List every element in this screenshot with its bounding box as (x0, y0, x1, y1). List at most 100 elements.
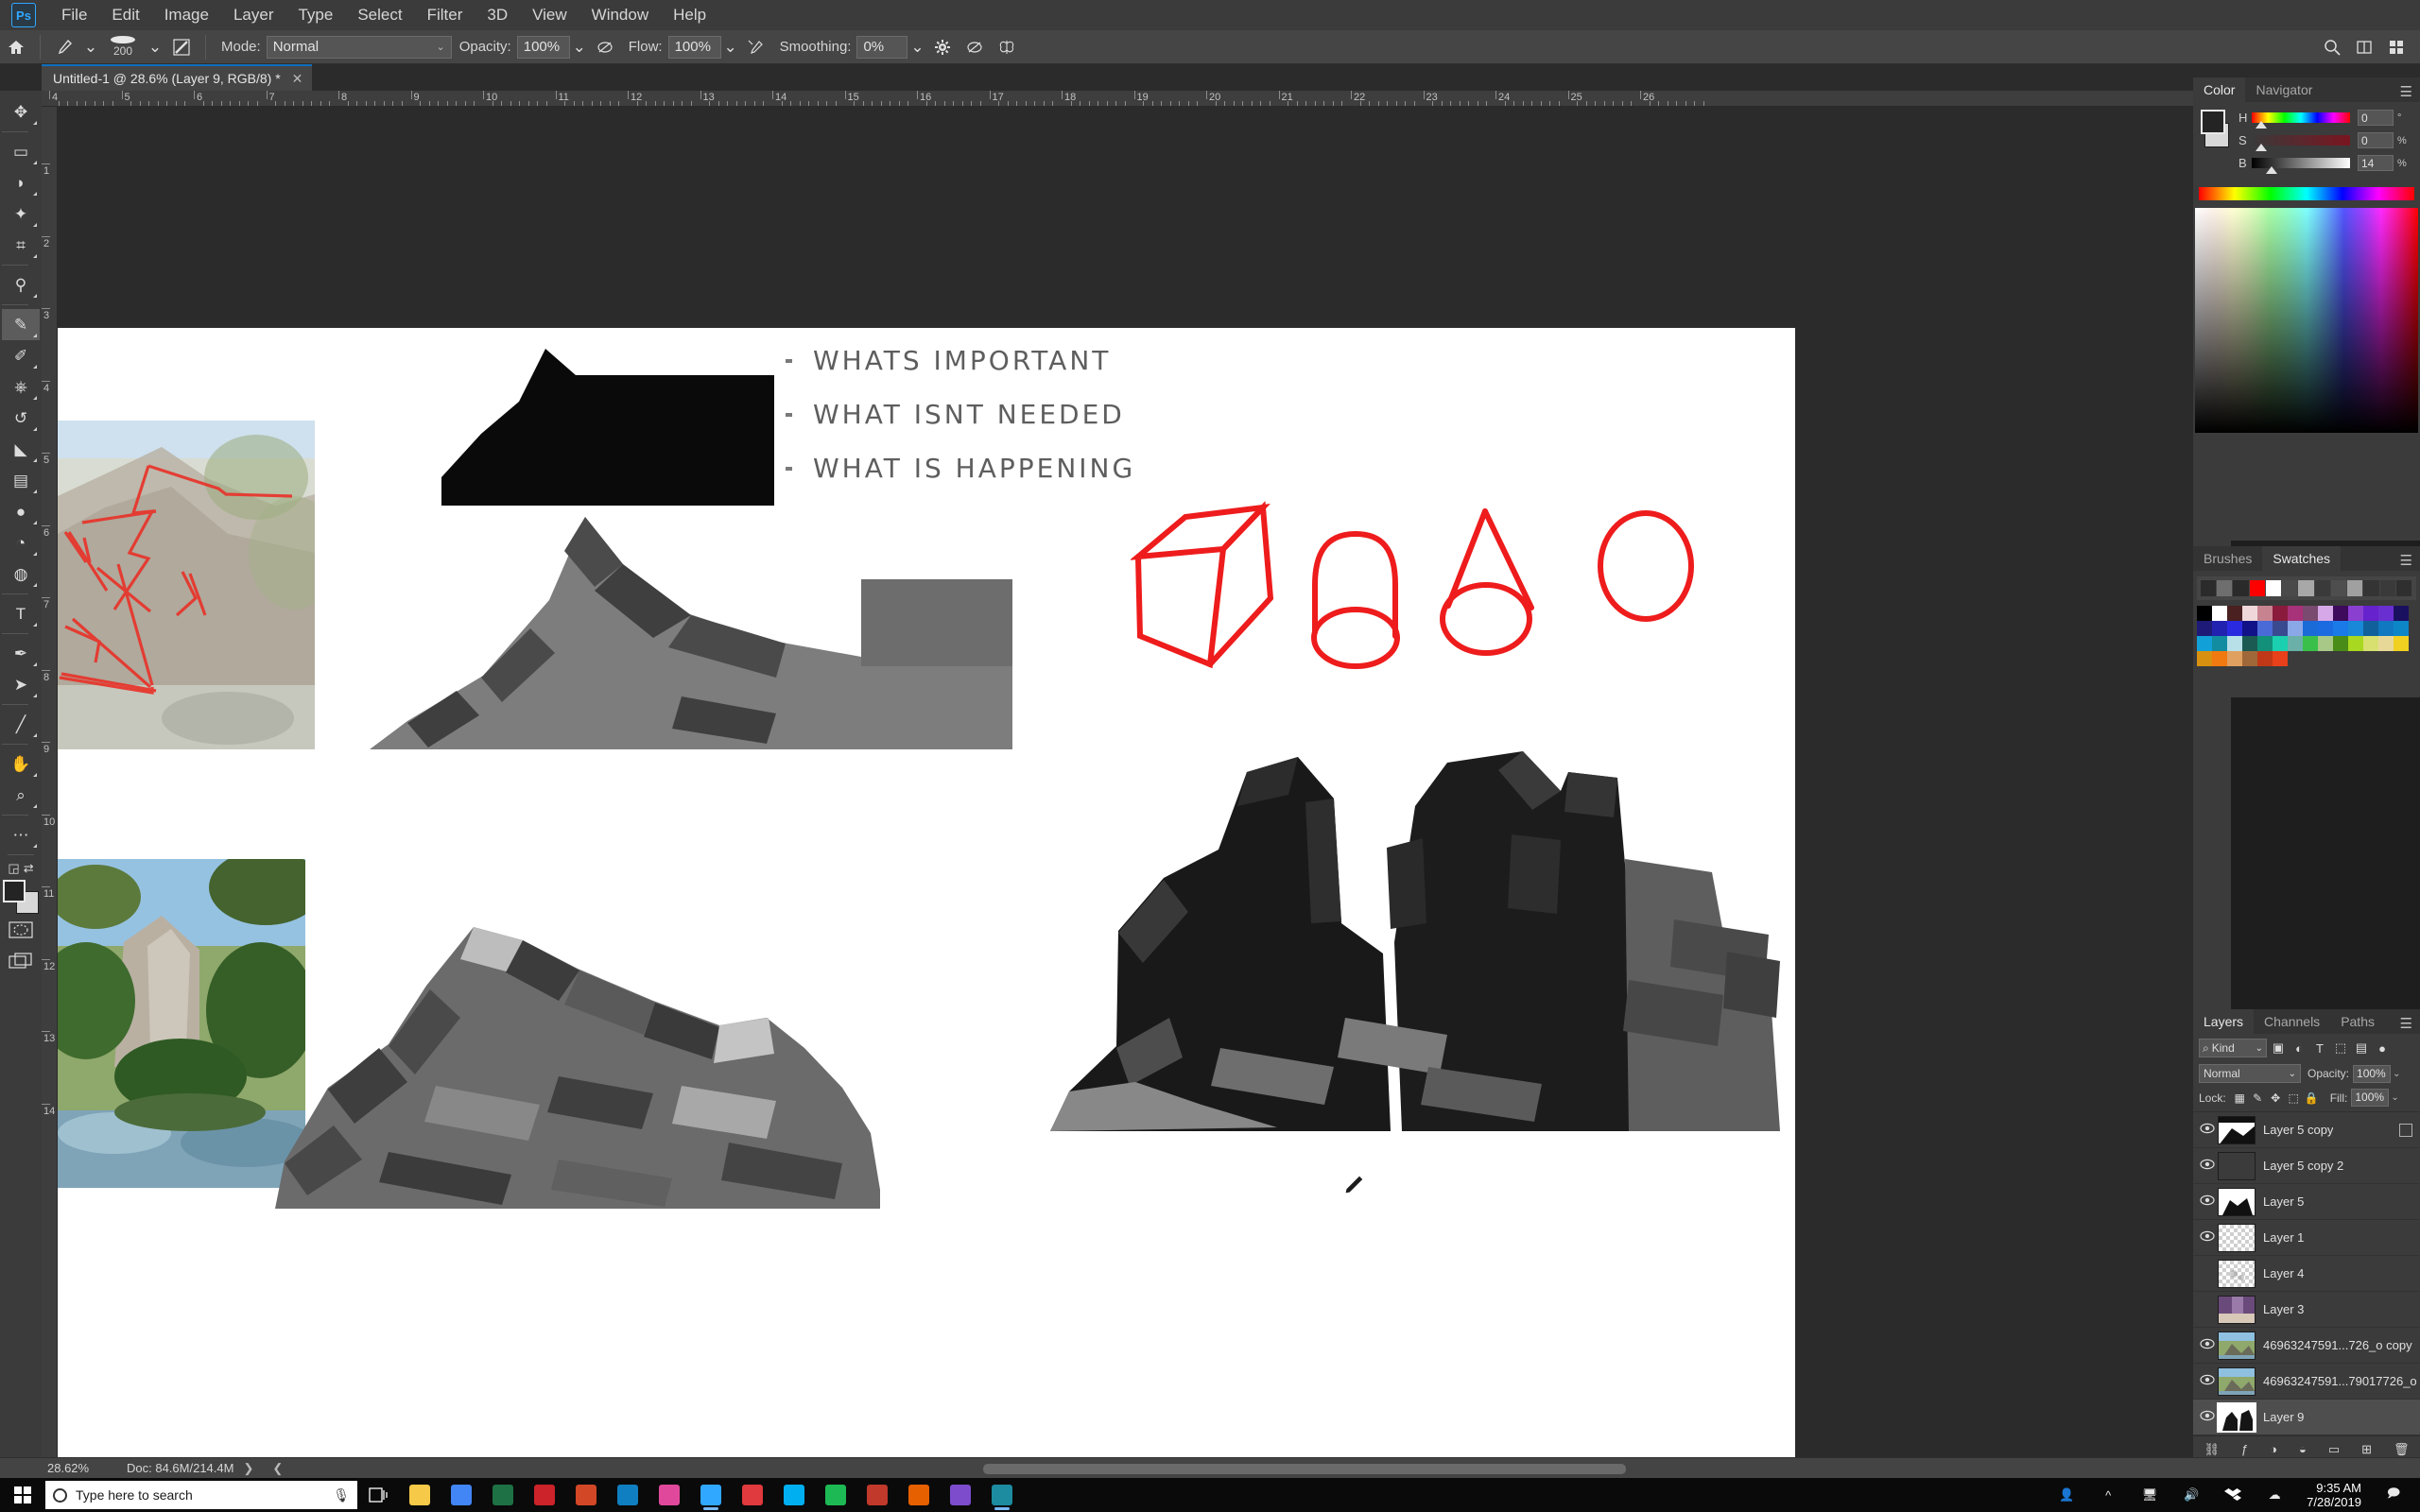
chevron-down-icon[interactable]: ⌄ (2391, 1092, 2398, 1103)
new-layer-icon[interactable]: ⊞ (2361, 1442, 2372, 1457)
flow-field[interactable]: 100% (667, 35, 721, 59)
recent-color-swatch[interactable] (2217, 580, 2233, 596)
color-swatch[interactable] (2212, 606, 2227, 621)
pixel-filter-icon[interactable]: ▣ (2269, 1039, 2288, 1057)
lock-image-pixels-icon[interactable]: ✎ (2249, 1090, 2267, 1107)
screen-mode-icon[interactable] (2, 945, 40, 976)
default-colors-icon[interactable]: ◲ (8, 861, 19, 876)
color-swatch[interactable] (2333, 636, 2348, 651)
menu-item-image[interactable]: Image (152, 2, 221, 28)
layer-visibility-icon[interactable] (2197, 1374, 2218, 1388)
slider-thumb[interactable] (2265, 166, 2277, 174)
color-swatch[interactable] (2318, 606, 2333, 621)
color-swatch[interactable] (2242, 636, 2257, 651)
channel-slider[interactable] (2252, 158, 2350, 174)
brush-size-preview[interactable]: 200 (101, 36, 145, 58)
tab-layers[interactable]: Layers (2193, 1009, 2255, 1034)
pressure-opacity-icon[interactable] (589, 33, 621, 61)
adjustment-layer-icon[interactable]: ◒ (2299, 1442, 2307, 1456)
app-purple-icon[interactable] (940, 1478, 981, 1512)
smoothing-field[interactable]: 0% (856, 35, 908, 59)
pencil-tool[interactable]: ✐ (2, 340, 40, 371)
menu-item-select[interactable]: Select (345, 2, 414, 28)
airbrush-icon[interactable] (740, 33, 772, 61)
recent-color-swatch[interactable] (2395, 580, 2412, 596)
search-icon[interactable] (2316, 33, 2348, 61)
people-icon[interactable]: 👤 (2046, 1478, 2087, 1512)
color-swatch[interactable] (2257, 606, 2273, 621)
layer-opacity-value[interactable]: 100% (2353, 1064, 2392, 1083)
lock-transparent-pixels-icon[interactable]: ▦ (2231, 1090, 2249, 1107)
layer-row[interactable]: 46963247591...726_o copy (2193, 1328, 2420, 1364)
chevron-down-icon[interactable]: ⌄ (570, 33, 589, 61)
color-swatch[interactable] (2273, 606, 2288, 621)
menu-item-edit[interactable]: Edit (99, 2, 151, 28)
color-swatch[interactable] (2197, 651, 2212, 666)
menu-item-layer[interactable]: Layer (221, 2, 286, 28)
color-swatch[interactable] (2197, 636, 2212, 651)
chevron-down-icon[interactable]: ⌄ (721, 33, 740, 61)
layer-row[interactable]: Layer 9 (2193, 1400, 2420, 1435)
color-swatch[interactable] (2394, 621, 2409, 636)
color-swatch[interactable] (2227, 606, 2242, 621)
windows-start-icon[interactable] (0, 1478, 45, 1512)
color-swatch[interactable] (2212, 636, 2227, 651)
menu-item-3d[interactable]: 3D (475, 2, 520, 28)
layer-visibility-icon[interactable] (2197, 1230, 2218, 1245)
tab-swatches[interactable]: Swatches (2262, 546, 2342, 571)
brush-tool[interactable]: ✎ (2, 309, 40, 340)
sponge-tool[interactable]: ◍ (2, 558, 40, 590)
recent-color-swatch[interactable] (2379, 580, 2395, 596)
color-swatch[interactable] (2394, 636, 2409, 651)
color-swatch[interactable] (2318, 636, 2333, 651)
layer-name[interactable]: Layer 5 (2263, 1194, 2304, 1209)
microphone-icon[interactable]: 🎙 (333, 1487, 350, 1503)
color-panel-swatches[interactable] (2201, 110, 2229, 147)
brush-angle-icon[interactable] (959, 33, 991, 61)
app-red-icon[interactable] (856, 1478, 898, 1512)
smartobject-filter-icon[interactable]: ▤ (2352, 1039, 2371, 1057)
arrange-documents-icon[interactable] (2348, 33, 2380, 61)
layer-visibility-icon[interactable] (2197, 1194, 2218, 1209)
link-layers-icon[interactable]: ⛓ (2204, 1442, 2220, 1457)
lock-artboard-icon[interactable]: ⬚ (2285, 1090, 2303, 1107)
layer-mask-icon[interactable]: ◑ (2270, 1442, 2277, 1456)
menu-item-window[interactable]: Window (579, 2, 661, 28)
layer-visibility-icon[interactable] (2197, 1159, 2218, 1173)
search-input[interactable]: Type here to search 🎙 (45, 1481, 357, 1509)
crop-tool[interactable]: ⌗ (2, 230, 40, 261)
layer-name[interactable]: Layer 4 (2263, 1266, 2304, 1280)
layer-name[interactable]: Layer 9 (2263, 1410, 2304, 1424)
color-swatch[interactable] (2363, 606, 2378, 621)
quick-mask-icon[interactable] (2, 914, 40, 945)
artboard[interactable]: WHATS IMPORTANT WHAT ISNT NEEDED WHAT IS… (58, 328, 1795, 1468)
color-swatch[interactable] (2348, 621, 2363, 636)
zoom-level[interactable]: 28.62% (0, 1461, 95, 1475)
color-swatch[interactable] (2197, 621, 2212, 636)
layer-name[interactable]: 46963247591...79017726_o (2263, 1374, 2417, 1388)
chevron-down-icon[interactable]: ⌄ (908, 33, 926, 61)
layer-row[interactable]: Layer 1 (2193, 1220, 2420, 1256)
recent-color-swatch[interactable] (2233, 580, 2249, 596)
symmetry-butterfly-icon[interactable] (991, 33, 1023, 61)
edge-icon[interactable] (607, 1478, 648, 1512)
hue-spectrum-strip[interactable] (2199, 187, 2414, 200)
color-swatch[interactable] (2363, 636, 2378, 651)
layer-name[interactable]: Layer 5 copy (2263, 1123, 2333, 1137)
slider-thumb[interactable] (2256, 144, 2268, 151)
layer-fill-value[interactable]: 100% (2351, 1089, 2390, 1107)
app-teal-icon[interactable] (981, 1478, 1023, 1512)
color-swatch[interactable] (2348, 606, 2363, 621)
zoom-tool[interactable]: ⌕ (2, 780, 40, 811)
color-swatch[interactable] (2378, 621, 2394, 636)
panel-menu-icon[interactable]: ☰ (2393, 552, 2420, 571)
color-swatch[interactable] (2394, 606, 2409, 621)
rectangular-marquee-tool[interactable]: ▭ (2, 136, 40, 167)
delete-layer-icon[interactable]: 🗑 (2394, 1442, 2410, 1457)
layer-style-icon[interactable]: ƒ (2241, 1442, 2248, 1456)
eyedropper-tool[interactable]: ⚲ (2, 269, 40, 301)
brush-settings-icon[interactable] (165, 33, 198, 61)
foreground-color-swatch[interactable] (2201, 110, 2225, 134)
expand-arrow-icon[interactable]: ❯ (233, 1461, 263, 1476)
menu-item-type[interactable]: Type (285, 2, 345, 28)
